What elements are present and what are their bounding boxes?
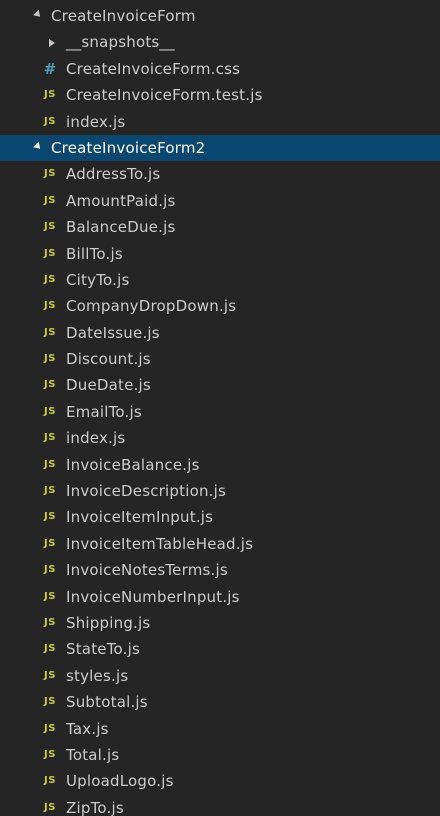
- js-file-icon: JS: [44, 458, 56, 470]
- file-explorer-tree: CreateInvoiceForm __snapshots__ # CreateI…: [0, 3, 440, 816]
- file-item[interactable]: JS BillTo.js: [0, 241, 440, 267]
- folder-snapshots[interactable]: __snapshots__: [0, 29, 440, 55]
- file-label: StateTo.js: [66, 640, 140, 659]
- file-label: AmountPaid.js: [66, 191, 176, 210]
- file-item[interactable]: JS InvoiceNotesTerms.js: [0, 557, 440, 583]
- file-item[interactable]: JS InvoiceItemTableHead.js: [0, 531, 440, 557]
- file-label: Total.js: [66, 745, 120, 764]
- file-label: InvoiceBalance.js: [66, 455, 200, 474]
- js-file-icon: JS: [44, 669, 56, 681]
- js-file-icon: JS: [44, 801, 56, 813]
- file-item[interactable]: JS DueDate.js: [0, 372, 440, 398]
- js-file-icon: JS: [44, 616, 56, 628]
- file-item[interactable]: JS styles.js: [0, 663, 440, 689]
- js-file-icon: JS: [44, 643, 56, 655]
- file-label: InvoiceItemInput.js: [66, 508, 214, 527]
- file-item[interactable]: JS CompanyDropDown.js: [0, 293, 440, 319]
- file-item[interactable]: # CreateInvoiceForm.css: [0, 56, 440, 82]
- file-label: CompanyDropDown.js: [66, 297, 237, 316]
- file-item[interactable]: JS Discount.js: [0, 346, 440, 372]
- js-file-icon: JS: [44, 379, 56, 391]
- js-file-icon: JS: [44, 221, 56, 233]
- folder-createinvoiceform2[interactable]: CreateInvoiceForm2: [0, 134, 440, 162]
- file-item[interactable]: JS Tax.js: [0, 716, 440, 742]
- file-label: AddressTo.js: [66, 165, 161, 184]
- js-file-icon: JS: [44, 748, 56, 760]
- chevron-down-icon[interactable]: [32, 135, 44, 161]
- file-label: Tax.js: [66, 719, 109, 738]
- file-label: InvoiceDescription.js: [66, 482, 227, 501]
- file-item[interactable]: JS UploadLogo.js: [0, 768, 440, 794]
- js-file-icon: JS: [44, 115, 56, 127]
- js-file-icon: JS: [44, 696, 56, 708]
- file-item[interactable]: JS Shipping.js: [0, 610, 440, 636]
- file-label: ZipTo.js: [66, 798, 124, 816]
- js-file-icon: JS: [44, 405, 56, 417]
- folder-label: __snapshots__: [66, 33, 175, 52]
- file-item[interactable]: JS StateTo.js: [0, 636, 440, 662]
- file-label: UploadLogo.js: [66, 772, 174, 791]
- js-file-icon: JS: [44, 485, 56, 497]
- js-file-icon: JS: [44, 537, 56, 549]
- file-item[interactable]: JS Subtotal.js: [0, 689, 440, 715]
- file-label: InvoiceNotesTerms.js: [66, 561, 228, 580]
- file-label: CityTo.js: [66, 270, 130, 289]
- js-file-icon: JS: [44, 353, 56, 365]
- file-item[interactable]: JS index.js: [0, 109, 440, 135]
- js-file-icon: JS: [44, 89, 56, 101]
- js-file-icon: JS: [44, 511, 56, 523]
- js-file-icon: JS: [44, 326, 56, 338]
- js-file-icon: JS: [44, 775, 56, 787]
- js-file-icon: JS: [44, 194, 56, 206]
- file-label: InvoiceItemTableHead.js: [66, 534, 254, 553]
- js-file-icon: JS: [44, 432, 56, 444]
- file-label: Shipping.js: [66, 613, 151, 632]
- file-item[interactable]: JS CityTo.js: [0, 267, 440, 293]
- js-file-icon: JS: [44, 722, 56, 734]
- file-label: CreateInvoiceForm.css: [66, 59, 241, 78]
- file-item[interactable]: JS Total.js: [0, 742, 440, 768]
- folder-createinvoiceform[interactable]: CreateInvoiceForm: [0, 3, 440, 29]
- file-label: EmailTo.js: [66, 402, 142, 421]
- js-file-icon: JS: [44, 247, 56, 259]
- js-file-icon: JS: [44, 168, 56, 180]
- file-label: DateIssue.js: [66, 323, 160, 342]
- file-label: DueDate.js: [66, 376, 151, 395]
- file-item[interactable]: JS InvoiceItemInput.js: [0, 504, 440, 530]
- file-label: Subtotal.js: [66, 693, 148, 712]
- file-label: styles.js: [66, 666, 129, 685]
- file-item[interactable]: JS CreateInvoiceForm.test.js: [0, 82, 440, 108]
- file-item[interactable]: JS ZipTo.js: [0, 795, 440, 816]
- file-item[interactable]: JS InvoiceNumberInput.js: [0, 584, 440, 610]
- file-item[interactable]: JS DateIssue.js: [0, 320, 440, 346]
- file-item[interactable]: JS InvoiceDescription.js: [0, 478, 440, 504]
- file-item[interactable]: JS InvoiceBalance.js: [0, 452, 440, 478]
- file-label: BalanceDue.js: [66, 218, 176, 237]
- chevron-right-icon[interactable]: [46, 29, 58, 55]
- folder-label: CreateInvoiceForm2: [51, 138, 206, 157]
- file-item[interactable]: JS AmountPaid.js: [0, 188, 440, 214]
- css-file-icon: #: [43, 59, 57, 78]
- js-file-icon: JS: [44, 564, 56, 576]
- file-label: InvoiceNumberInput.js: [66, 587, 240, 606]
- file-item[interactable]: JS AddressTo.js: [0, 161, 440, 187]
- file-label: index.js: [66, 429, 126, 448]
- js-file-icon: JS: [44, 300, 56, 312]
- file-label: index.js: [66, 112, 126, 131]
- file-item[interactable]: JS BalanceDue.js: [0, 214, 440, 240]
- chevron-down-icon[interactable]: [32, 3, 44, 29]
- js-file-icon: JS: [44, 273, 56, 285]
- file-label: Discount.js: [66, 350, 151, 369]
- js-file-icon: JS: [44, 590, 56, 602]
- folder-label: CreateInvoiceForm: [51, 7, 196, 25]
- file-label: BillTo.js: [66, 244, 123, 263]
- file-item[interactable]: JS index.js: [0, 425, 440, 451]
- file-label: CreateInvoiceForm.test.js: [66, 86, 263, 105]
- file-item[interactable]: JS EmailTo.js: [0, 399, 440, 425]
